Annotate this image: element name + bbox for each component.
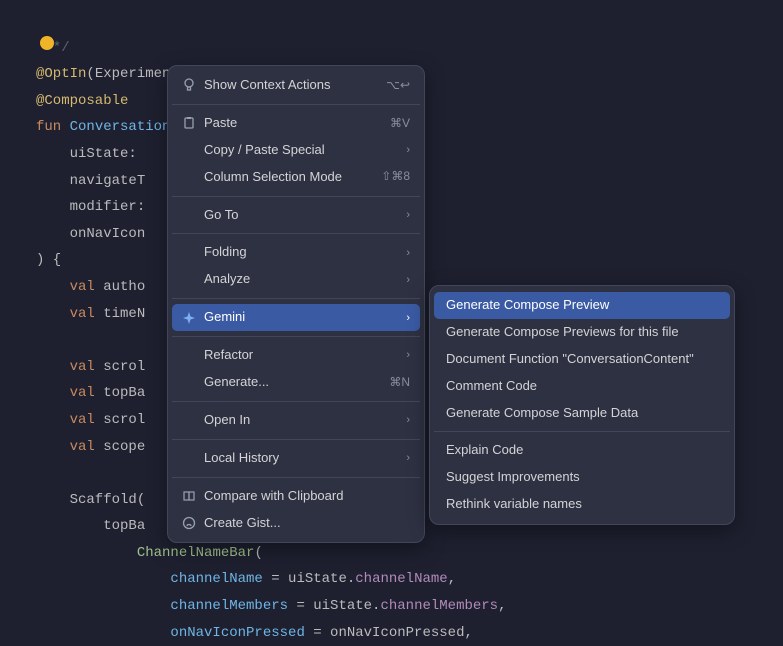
code-annotation: @Composable: [36, 93, 128, 109]
chevron-right-icon: ›: [406, 311, 410, 325]
chevron-right-icon: ›: [406, 143, 410, 157]
menu-generate[interactable]: Generate... ⌘N: [172, 369, 420, 396]
submenu-generate-preview[interactable]: Generate Compose Preview: [434, 292, 730, 319]
menu-paste[interactable]: Paste ⌘V: [172, 110, 420, 137]
menu-label: Open In: [204, 412, 396, 429]
chevron-right-icon: ›: [406, 273, 410, 287]
menu-compare-clipboard[interactable]: Compare with Clipboard: [172, 483, 420, 510]
chevron-right-icon: ›: [406, 413, 410, 427]
clipboard-icon: [180, 116, 198, 130]
menu-label: Suggest Improvements: [446, 469, 720, 486]
menu-label: Explain Code: [446, 442, 720, 459]
menu-label: Generate Compose Preview: [446, 297, 720, 314]
submenu-suggest-improvements[interactable]: Suggest Improvements: [434, 464, 730, 491]
menu-local-history[interactable]: Local History ›: [172, 445, 420, 472]
menu-separator: [172, 336, 420, 337]
menu-label: Analyze: [204, 271, 396, 288]
menu-separator: [172, 196, 420, 197]
menu-label: Refactor: [204, 347, 396, 364]
menu-refactor[interactable]: Refactor ›: [172, 342, 420, 369]
menu-label: Generate...: [204, 374, 379, 391]
menu-label: Paste: [204, 115, 380, 132]
menu-label: Create Gist...: [204, 515, 410, 532]
menu-shortcut: ⌘N: [389, 375, 410, 391]
submenu-generate-previews-file[interactable]: Generate Compose Previews for this file: [434, 319, 730, 346]
menu-label: Copy / Paste Special: [204, 142, 396, 159]
menu-shortcut: ⇧⌘8: [381, 169, 410, 185]
menu-separator: [172, 439, 420, 440]
menu-label: Rethink variable names: [446, 496, 720, 513]
menu-separator: [172, 298, 420, 299]
menu-show-context-actions[interactable]: Show Context Actions ⌥↩: [172, 72, 420, 99]
menu-label: Comment Code: [446, 378, 720, 395]
submenu-comment-code[interactable]: Comment Code: [434, 373, 730, 400]
compare-icon: [180, 489, 198, 503]
context-menu: Show Context Actions ⌥↩ Paste ⌘V Copy / …: [167, 65, 425, 543]
github-icon: [180, 516, 198, 530]
submenu-generate-sample-data[interactable]: Generate Compose Sample Data: [434, 400, 730, 427]
menu-open-in[interactable]: Open In ›: [172, 407, 420, 434]
chevron-right-icon: ›: [406, 208, 410, 222]
menu-analyze[interactable]: Analyze ›: [172, 266, 420, 293]
menu-shortcut: ⌥↩: [386, 78, 410, 94]
menu-label: Generate Compose Previews for this file: [446, 324, 720, 341]
bulb-icon: [180, 78, 198, 92]
menu-label: Generate Compose Sample Data: [446, 405, 720, 422]
menu-separator: [434, 431, 730, 432]
menu-label: Gemini: [204, 309, 396, 326]
menu-label: Go To: [204, 207, 396, 224]
submenu-rethink-names[interactable]: Rethink variable names: [434, 491, 730, 518]
menu-copy-paste-special[interactable]: Copy / Paste Special ›: [172, 137, 420, 164]
menu-label: Document Function "ConversationContent": [446, 351, 720, 368]
menu-create-gist[interactable]: Create Gist...: [172, 510, 420, 537]
code-annotation: @OptIn: [36, 66, 86, 82]
chevron-right-icon: ›: [406, 348, 410, 362]
menu-gemini[interactable]: Gemini ›: [172, 304, 420, 331]
menu-label: Compare with Clipboard: [204, 488, 410, 505]
intention-bulb-icon[interactable]: [40, 36, 54, 50]
submenu-document-function[interactable]: Document Function "ConversationContent": [434, 346, 730, 373]
sparkle-icon: [180, 311, 198, 325]
menu-label: Folding: [204, 244, 396, 261]
chevron-right-icon: ›: [406, 451, 410, 465]
gemini-submenu: Generate Compose Preview Generate Compos…: [429, 285, 735, 525]
menu-separator: [172, 233, 420, 234]
submenu-explain-code[interactable]: Explain Code: [434, 437, 730, 464]
menu-label: Show Context Actions: [204, 77, 376, 94]
menu-separator: [172, 104, 420, 105]
menu-column-selection[interactable]: Column Selection Mode ⇧⌘8: [172, 164, 420, 191]
menu-separator: [172, 401, 420, 402]
menu-separator: [172, 477, 420, 478]
chevron-right-icon: ›: [406, 246, 410, 260]
menu-goto[interactable]: Go To ›: [172, 202, 420, 229]
menu-label: Column Selection Mode: [204, 169, 371, 186]
menu-folding[interactable]: Folding ›: [172, 239, 420, 266]
menu-shortcut: ⌘V: [390, 116, 410, 132]
menu-label: Local History: [204, 450, 396, 467]
